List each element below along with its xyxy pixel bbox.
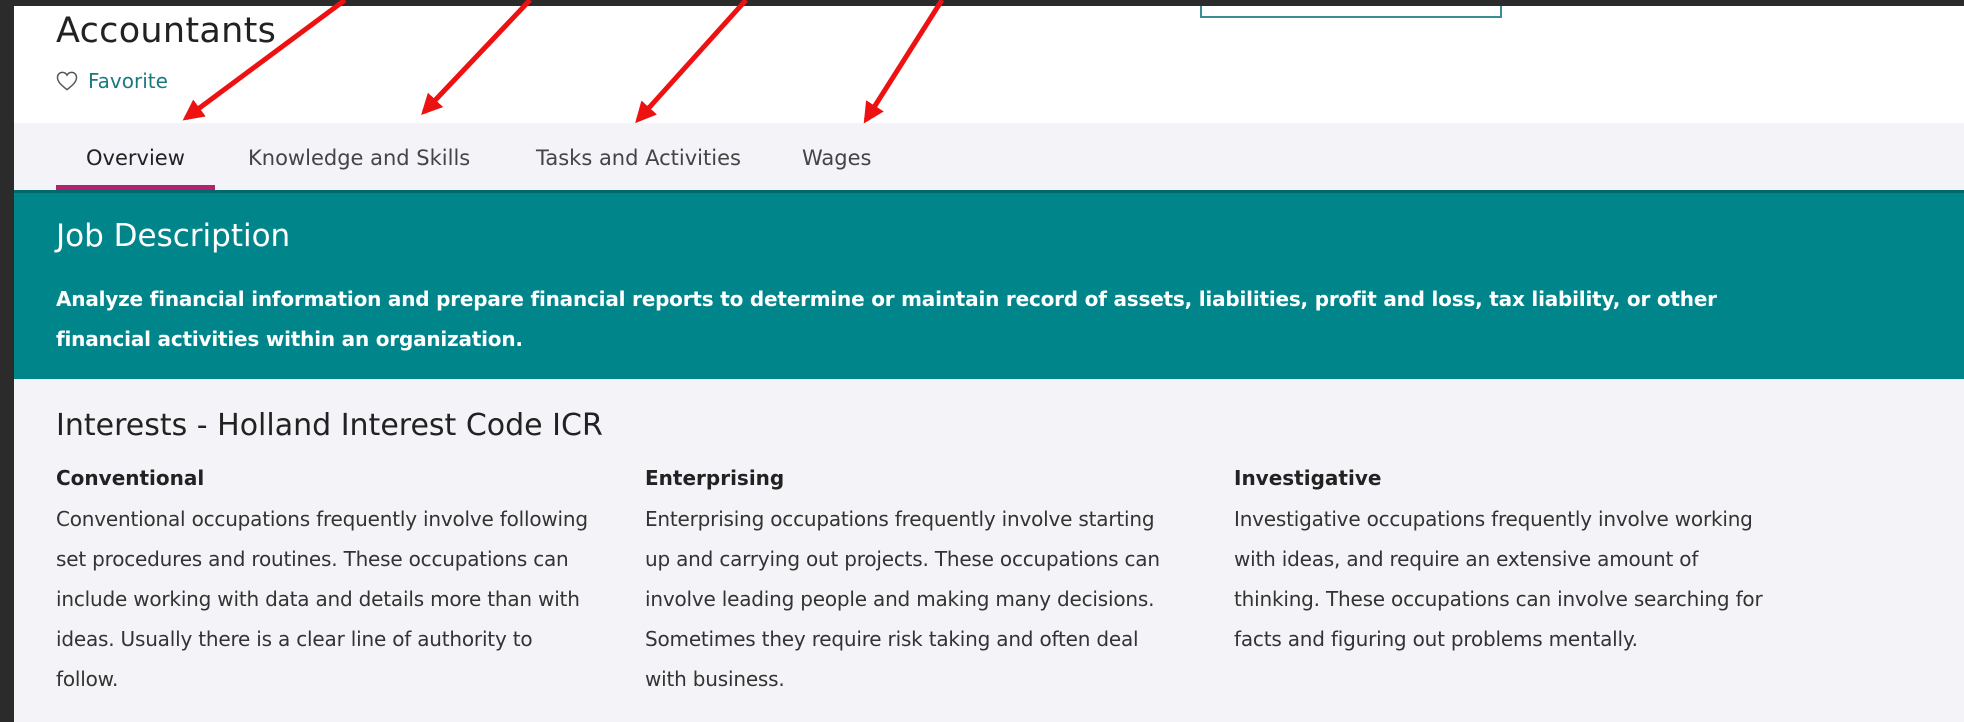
interest-title: Enterprising [645,466,785,490]
interests-section: Interests - Holland Interest Code ICR Co… [14,379,1964,722]
tab-bar: Overview Knowledge and Skills Tasks and … [14,123,1964,193]
favorite-button[interactable]: Favorite [56,68,168,94]
job-description-text: Analyze financial information and prepar… [56,287,1717,351]
page: Accountants Favorite Overview Knowledge … [14,6,1964,722]
interest-title: Conventional [56,466,205,490]
job-description-heading: Job Description [56,218,291,254]
tab-tasks-and-activities[interactable]: Tasks and Activities [536,123,741,190]
tab-overview[interactable]: Overview [56,123,215,190]
tab-wages[interactable]: Wages [802,123,871,190]
favorite-label: Favorite [88,69,168,93]
tab-knowledge-and-skills[interactable]: Knowledge and Skills [248,123,470,190]
interest-text: Enterprising occupations frequently invo… [645,507,1160,691]
interests-heading: Interests - Holland Interest Code ICR [56,408,603,443]
job-description-section: Job Description Analyze financial inform… [14,193,1964,379]
interest-conventional: Conventional Conventional occupations fr… [56,463,596,699]
search-input[interactable] [1200,6,1502,18]
interest-text: Investigative occupations frequently inv… [1234,507,1763,651]
interest-title: Investigative [1234,466,1382,490]
interest-text: Conventional occupations frequently invo… [56,507,588,691]
page-header: Accountants Favorite [14,6,1964,123]
page-title: Accountants [56,11,277,51]
heart-outline-icon [56,71,78,91]
interest-enterprising: Enterprising Enterprising occupations fr… [645,463,1185,699]
interest-investigative: Investigative Investigative occupations … [1234,463,1774,659]
